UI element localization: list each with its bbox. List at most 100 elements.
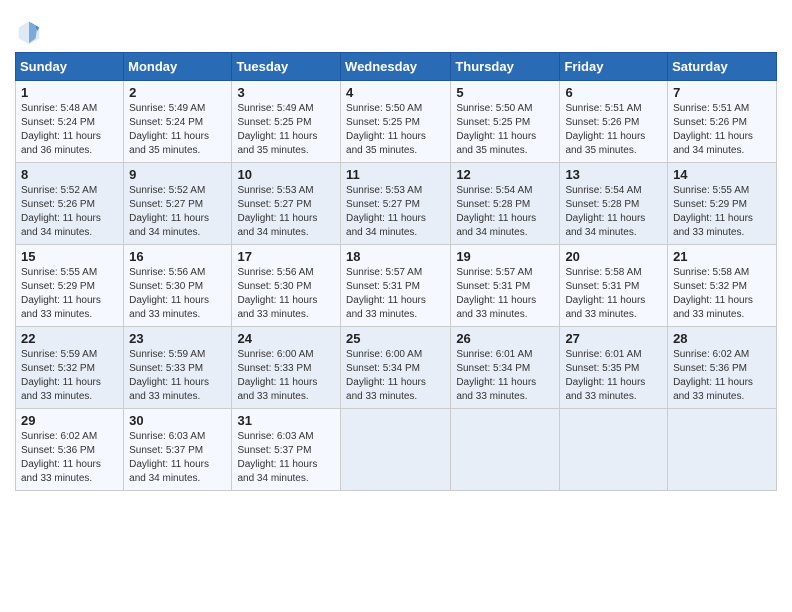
calendar-day-cell: 20 Sunrise: 5:58 AMSunset: 5:31 PMDayligh… bbox=[560, 245, 668, 327]
day-info: Sunrise: 5:50 AMSunset: 5:25 PMDaylight:… bbox=[456, 102, 554, 158]
header bbox=[15, 10, 777, 46]
calendar-header-row: SundayMondayTuesdayWednesdayThursdayFrid… bbox=[16, 53, 777, 81]
calendar-day-cell: 26 Sunrise: 6:01 AMSunset: 5:34 PMDayligh… bbox=[451, 327, 560, 409]
calendar-day-cell: 22Sunrise: 5:59 AMSunset: 5:32 PMDayligh… bbox=[16, 327, 124, 409]
day-info: Sunrise: 5:54 AMSunset: 5:28 PMDaylight:… bbox=[456, 184, 554, 240]
calendar-day-cell: 9 Sunrise: 5:52 AMSunset: 5:27 PMDaylight… bbox=[124, 163, 232, 245]
day-info: Sunrise: 6:03 AMSunset: 5:37 PMDaylight:… bbox=[237, 430, 335, 486]
calendar-day-cell bbox=[668, 409, 777, 491]
day-number: 4 bbox=[346, 85, 445, 100]
calendar-day-cell: 7 Sunrise: 5:51 AMSunset: 5:26 PMDaylight… bbox=[668, 81, 777, 163]
day-info: Sunrise: 6:03 AMSunset: 5:37 PMDaylight:… bbox=[129, 430, 226, 486]
day-number: 6 bbox=[565, 85, 662, 100]
day-number: 17 bbox=[237, 249, 335, 264]
calendar-day-cell bbox=[451, 409, 560, 491]
day-info: Sunrise: 5:56 AMSunset: 5:30 PMDaylight:… bbox=[237, 266, 335, 322]
day-info: Sunrise: 5:58 AMSunset: 5:31 PMDaylight:… bbox=[565, 266, 662, 322]
header-day-wednesday: Wednesday bbox=[341, 53, 451, 81]
calendar-table: SundayMondayTuesdayWednesdayThursdayFrid… bbox=[15, 52, 777, 491]
calendar-day-cell: 28Sunrise: 6:02 AMSunset: 5:36 PMDayligh… bbox=[668, 327, 777, 409]
header-day-sunday: Sunday bbox=[16, 53, 124, 81]
calendar-day-cell: 1 Sunrise: 5:48 AMSunset: 5:24 PMDaylight… bbox=[16, 81, 124, 163]
day-info: Sunrise: 6:00 AMSunset: 5:34 PMDaylight:… bbox=[346, 348, 445, 404]
calendar-day-cell: 2 Sunrise: 5:49 AMSunset: 5:24 PMDaylight… bbox=[124, 81, 232, 163]
day-info: Sunrise: 5:49 AMSunset: 5:25 PMDaylight:… bbox=[237, 102, 335, 158]
day-info: Sunrise: 5:50 AMSunset: 5:25 PMDaylight:… bbox=[346, 102, 445, 158]
day-info: Sunrise: 5:49 AMSunset: 5:24 PMDaylight:… bbox=[129, 102, 226, 158]
day-info: Sunrise: 5:52 AMSunset: 5:27 PMDaylight:… bbox=[129, 184, 226, 240]
day-number: 24 bbox=[237, 331, 335, 346]
day-number: 8 bbox=[21, 167, 118, 182]
day-number: 10 bbox=[237, 167, 335, 182]
day-number: 19 bbox=[456, 249, 554, 264]
calendar-day-cell: 24 Sunrise: 6:00 AMSunset: 5:33 PMDayligh… bbox=[232, 327, 341, 409]
header-day-tuesday: Tuesday bbox=[232, 53, 341, 81]
calendar-week-row: 1 Sunrise: 5:48 AMSunset: 5:24 PMDaylight… bbox=[16, 81, 777, 163]
day-number: 15 bbox=[21, 249, 118, 264]
day-info: Sunrise: 6:01 AMSunset: 5:34 PMDaylight:… bbox=[456, 348, 554, 404]
header-day-saturday: Saturday bbox=[668, 53, 777, 81]
day-number: 27 bbox=[565, 331, 662, 346]
calendar-day-cell: 8 Sunrise: 5:52 AMSunset: 5:26 PMDaylight… bbox=[16, 163, 124, 245]
calendar-week-row: 8 Sunrise: 5:52 AMSunset: 5:26 PMDaylight… bbox=[16, 163, 777, 245]
logo bbox=[15, 18, 47, 46]
day-number: 21 bbox=[673, 249, 771, 264]
day-number: 7 bbox=[673, 85, 771, 100]
calendar-day-cell bbox=[341, 409, 451, 491]
calendar-day-cell: 4 Sunrise: 5:50 AMSunset: 5:25 PMDaylight… bbox=[341, 81, 451, 163]
calendar-day-cell: 16Sunrise: 5:56 AMSunset: 5:30 PMDayligh… bbox=[124, 245, 232, 327]
day-number: 18 bbox=[346, 249, 445, 264]
day-info: Sunrise: 5:53 AMSunset: 5:27 PMDaylight:… bbox=[346, 184, 445, 240]
day-info: Sunrise: 6:00 AMSunset: 5:33 PMDaylight:… bbox=[237, 348, 335, 404]
day-number: 28 bbox=[673, 331, 771, 346]
calendar-week-row: 22Sunrise: 5:59 AMSunset: 5:32 PMDayligh… bbox=[16, 327, 777, 409]
day-number: 26 bbox=[456, 331, 554, 346]
day-info: Sunrise: 6:01 AMSunset: 5:35 PMDaylight:… bbox=[565, 348, 662, 404]
day-number: 16 bbox=[129, 249, 226, 264]
calendar-day-cell: 27 Sunrise: 6:01 AMSunset: 5:35 PMDayligh… bbox=[560, 327, 668, 409]
calendar-day-cell: 23 Sunrise: 5:59 AMSunset: 5:33 PMDayligh… bbox=[124, 327, 232, 409]
day-number: 3 bbox=[237, 85, 335, 100]
day-info: Sunrise: 5:51 AMSunset: 5:26 PMDaylight:… bbox=[565, 102, 662, 158]
day-number: 31 bbox=[237, 413, 335, 428]
day-info: Sunrise: 5:57 AMSunset: 5:31 PMDaylight:… bbox=[456, 266, 554, 322]
calendar-day-cell: 6 Sunrise: 5:51 AMSunset: 5:26 PMDaylight… bbox=[560, 81, 668, 163]
day-info: Sunrise: 5:55 AMSunset: 5:29 PMDaylight:… bbox=[21, 266, 118, 322]
header-day-monday: Monday bbox=[124, 53, 232, 81]
calendar-day-cell: 13Sunrise: 5:54 AMSunset: 5:28 PMDayligh… bbox=[560, 163, 668, 245]
day-info: Sunrise: 5:51 AMSunset: 5:26 PMDaylight:… bbox=[673, 102, 771, 158]
calendar-day-cell: 15 Sunrise: 5:55 AMSunset: 5:29 PMDayligh… bbox=[16, 245, 124, 327]
day-number: 20 bbox=[565, 249, 662, 264]
day-number: 2 bbox=[129, 85, 226, 100]
calendar-day-cell: 18 Sunrise: 5:57 AMSunset: 5:31 PMDayligh… bbox=[341, 245, 451, 327]
day-number: 25 bbox=[346, 331, 445, 346]
calendar-day-cell: 3 Sunrise: 5:49 AMSunset: 5:25 PMDaylight… bbox=[232, 81, 341, 163]
calendar-day-cell: 25 Sunrise: 6:00 AMSunset: 5:34 PMDayligh… bbox=[341, 327, 451, 409]
day-info: Sunrise: 5:48 AMSunset: 5:24 PMDaylight:… bbox=[21, 102, 118, 158]
day-info: Sunrise: 6:02 AMSunset: 5:36 PMDaylight:… bbox=[21, 430, 118, 486]
calendar-day-cell: 17 Sunrise: 5:56 AMSunset: 5:30 PMDayligh… bbox=[232, 245, 341, 327]
calendar-day-cell: 21 Sunrise: 5:58 AMSunset: 5:32 PMDayligh… bbox=[668, 245, 777, 327]
calendar-day-cell: 11 Sunrise: 5:53 AMSunset: 5:27 PMDayligh… bbox=[341, 163, 451, 245]
day-number: 1 bbox=[21, 85, 118, 100]
header-day-thursday: Thursday bbox=[451, 53, 560, 81]
day-info: Sunrise: 5:59 AMSunset: 5:32 PMDaylight:… bbox=[21, 348, 118, 404]
day-number: 11 bbox=[346, 167, 445, 182]
calendar-day-cell: 31 Sunrise: 6:03 AMSunset: 5:37 PMDayligh… bbox=[232, 409, 341, 491]
calendar-week-row: 15 Sunrise: 5:55 AMSunset: 5:29 PMDayligh… bbox=[16, 245, 777, 327]
calendar-day-cell: 10 Sunrise: 5:53 AMSunset: 5:27 PMDayligh… bbox=[232, 163, 341, 245]
day-number: 9 bbox=[129, 167, 226, 182]
calendar-day-cell: 14Sunrise: 5:55 AMSunset: 5:29 PMDayligh… bbox=[668, 163, 777, 245]
day-number: 29 bbox=[21, 413, 118, 428]
header-day-friday: Friday bbox=[560, 53, 668, 81]
day-number: 5 bbox=[456, 85, 554, 100]
day-info: Sunrise: 5:57 AMSunset: 5:31 PMDaylight:… bbox=[346, 266, 445, 322]
day-info: Sunrise: 5:59 AMSunset: 5:33 PMDaylight:… bbox=[129, 348, 226, 404]
day-number: 23 bbox=[129, 331, 226, 346]
day-info: Sunrise: 5:58 AMSunset: 5:32 PMDaylight:… bbox=[673, 266, 771, 322]
day-info: Sunrise: 5:52 AMSunset: 5:26 PMDaylight:… bbox=[21, 184, 118, 240]
calendar-day-cell: 30Sunrise: 6:03 AMSunset: 5:37 PMDayligh… bbox=[124, 409, 232, 491]
calendar-day-cell: 29 Sunrise: 6:02 AMSunset: 5:36 PMDayligh… bbox=[16, 409, 124, 491]
calendar-day-cell: 19 Sunrise: 5:57 AMSunset: 5:31 PMDayligh… bbox=[451, 245, 560, 327]
day-info: Sunrise: 5:53 AMSunset: 5:27 PMDaylight:… bbox=[237, 184, 335, 240]
